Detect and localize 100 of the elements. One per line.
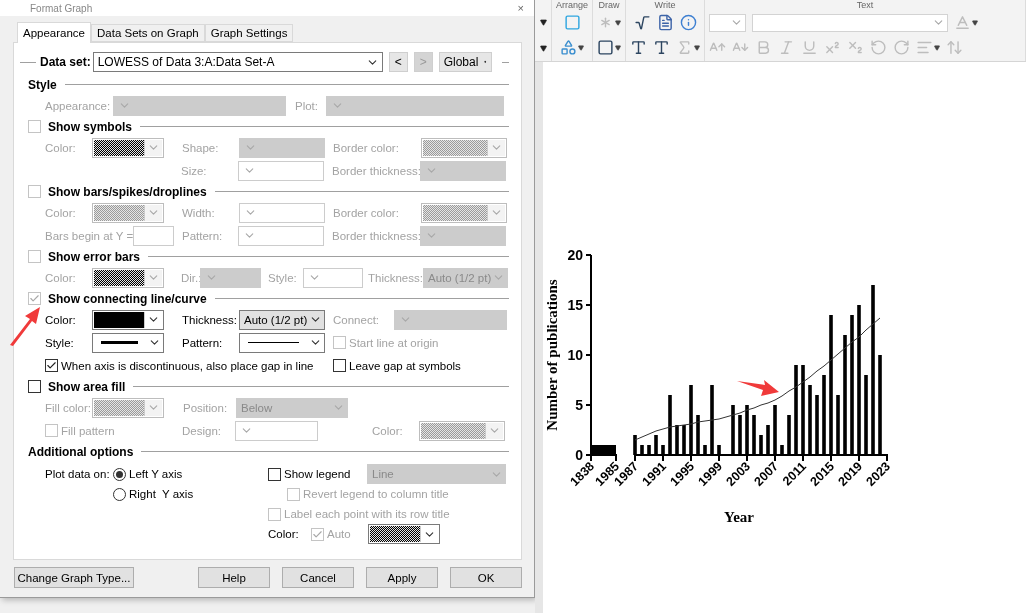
tab[interactable]: Graph Settings xyxy=(204,24,294,42)
bar xyxy=(808,385,812,455)
group-label: Draw xyxy=(598,0,620,10)
section-title: Additional options xyxy=(28,444,134,459)
field-label: Color: xyxy=(45,141,76,154)
section-title: Style xyxy=(28,77,57,92)
field-label: Pattern: xyxy=(182,336,223,349)
field-label: Dir.: xyxy=(181,271,202,284)
previous-button[interactable]: < xyxy=(388,52,408,72)
caret-icon[interactable] xyxy=(539,44,547,52)
field-label: Design: xyxy=(182,424,221,437)
caret-icon[interactable] xyxy=(972,19,979,26)
bar xyxy=(766,425,770,455)
field-label: Plot: xyxy=(295,99,318,112)
field-label: Shape: xyxy=(182,141,219,154)
info-icon[interactable] xyxy=(679,14,697,31)
tick-label: 20 xyxy=(567,247,583,263)
checkbox[interactable] xyxy=(268,467,281,481)
rectangle-icon[interactable] xyxy=(597,39,615,56)
bar xyxy=(696,415,700,455)
checkbox-label: Start line at origin xyxy=(349,336,439,349)
field-label: Color: xyxy=(45,271,76,284)
bar xyxy=(759,435,763,455)
data-set-dropdown[interactable]: LOWESS of Data 3:A:Data Set-A xyxy=(92,52,383,72)
dialog-button[interactable]: Change Graph Type... xyxy=(14,567,134,588)
tick-label: 15 xyxy=(567,297,583,313)
bar xyxy=(745,405,749,455)
checkbox-label: Revert legend to column title xyxy=(303,488,449,500)
bar xyxy=(780,445,784,455)
field-label: Pattern: xyxy=(182,229,223,242)
field-label: Plot data on: xyxy=(45,468,111,480)
checkbox-label: Show legend xyxy=(284,468,351,480)
window-title: Format Graph xyxy=(30,2,93,14)
bar xyxy=(773,405,777,455)
checkbox-label: When axis is discontinuous, also place gap in line xyxy=(61,359,314,372)
field-label: Thickness: xyxy=(368,271,423,284)
field-label: Fill color: xyxy=(45,401,91,414)
dialog-button[interactable]: OK xyxy=(450,567,522,588)
tick-label: 5 xyxy=(575,397,583,413)
area-fill xyxy=(591,445,616,455)
tick-label: 10 xyxy=(567,347,583,363)
axis-title: Number of publications xyxy=(544,279,560,431)
radio-label: Left Y axis xyxy=(129,468,183,480)
checkbox-label: Fill pattern xyxy=(61,424,115,437)
bar xyxy=(752,415,756,455)
field-label: Border color: xyxy=(333,206,399,219)
bar xyxy=(675,425,679,455)
caret-icon[interactable] xyxy=(694,44,701,51)
bar xyxy=(717,445,721,455)
field-label: Data set: xyxy=(40,55,91,69)
pointer-arrow xyxy=(8,305,42,347)
field-label: Width: xyxy=(182,206,215,219)
dialog-button[interactable]: Help xyxy=(198,567,270,588)
checkbox[interactable] xyxy=(28,380,41,393)
bar xyxy=(703,445,707,455)
field-label: Color: xyxy=(268,528,300,540)
dialog-button[interactable]: Cancel xyxy=(282,567,354,588)
tab[interactable]: Appearance xyxy=(17,22,92,43)
square-icon[interactable] xyxy=(563,14,581,31)
text-box-icon[interactable] xyxy=(653,39,671,56)
document-icon[interactable] xyxy=(656,14,674,31)
caret-icon[interactable] xyxy=(578,44,584,51)
caret-icon[interactable] xyxy=(934,44,941,51)
radio-button[interactable] xyxy=(113,467,126,481)
field-label: Border thickness: xyxy=(332,229,421,242)
field-label: Style: xyxy=(268,271,297,284)
caret-icon[interactable] xyxy=(615,44,622,51)
field-label: Size: xyxy=(181,164,207,177)
text-icon[interactable] xyxy=(630,39,648,56)
x-axis xyxy=(589,454,618,462)
close-button[interactable]: × xyxy=(515,2,526,14)
color-dropdown[interactable] xyxy=(368,524,440,544)
axis-title: Year xyxy=(724,509,754,525)
bar xyxy=(689,385,693,455)
field-label: Position: xyxy=(183,401,228,414)
bar xyxy=(633,435,637,455)
section-title: Show error bars xyxy=(48,249,141,264)
tick-label: 0 xyxy=(575,447,583,463)
section-title: Show symbols xyxy=(48,119,133,134)
field-label: Style: xyxy=(45,336,74,349)
field-label: Border color: xyxy=(333,141,399,154)
section-title: Show connecting line/curve xyxy=(48,291,207,306)
radio-button[interactable] xyxy=(113,487,126,501)
group-label: Arrange xyxy=(556,0,589,10)
bar xyxy=(710,385,714,455)
scope-dropdown[interactable]: Global xyxy=(438,52,492,72)
bar xyxy=(787,415,791,455)
bar xyxy=(731,405,735,455)
field-label: Thickness: xyxy=(182,313,237,326)
bar xyxy=(661,445,665,455)
section-title: Show area fill xyxy=(48,379,126,394)
pointer-arrow xyxy=(737,380,780,397)
caret-icon[interactable] xyxy=(615,19,622,26)
tab[interactable]: Data Sets on Graph xyxy=(91,24,205,42)
dialog-button[interactable]: Apply xyxy=(366,567,438,588)
checkbox-label: Leave gap at symbols xyxy=(349,359,461,372)
bar xyxy=(836,395,840,455)
bar xyxy=(682,425,686,455)
caret-icon[interactable] xyxy=(539,19,547,27)
square-root-icon[interactable] xyxy=(633,14,651,31)
